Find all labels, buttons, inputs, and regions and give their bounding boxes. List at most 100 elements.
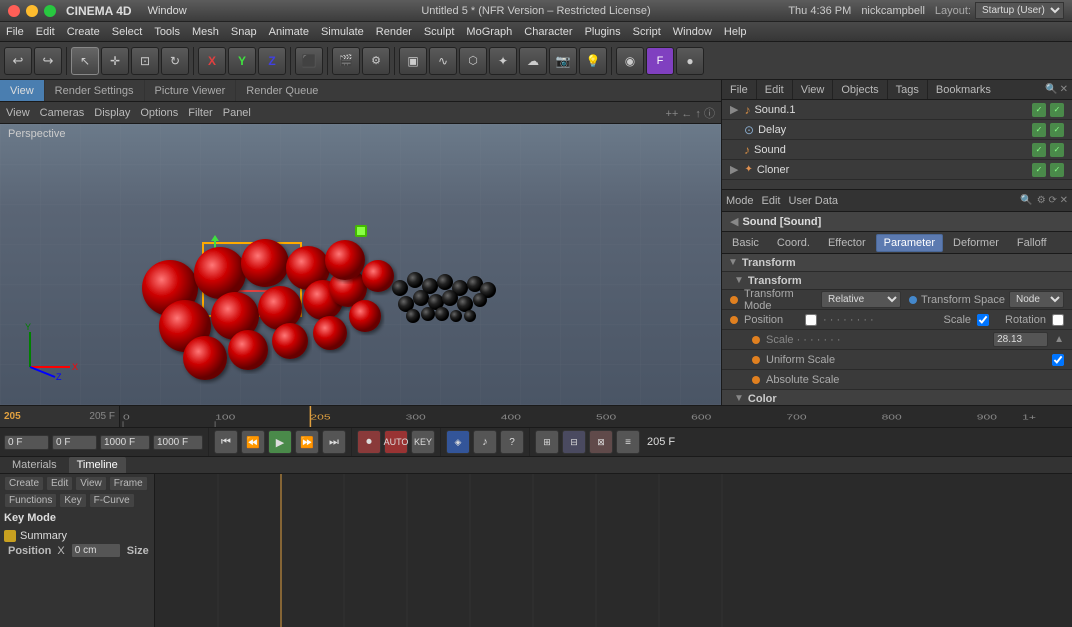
record-btn[interactable]: ⏺ [357,430,381,454]
motion-btn[interactable]: ◈ [446,430,470,454]
delay-active[interactable]: ✓ [1050,123,1064,137]
scale-checkbox[interactable] [977,314,989,326]
tab-render-settings[interactable]: Render Settings [45,80,145,101]
obj-tab-view[interactable]: View [793,80,834,99]
frame-current-input[interactable] [52,435,97,450]
search-icon[interactable]: 🔍 [1045,84,1057,95]
obj-tab-file[interactable]: File [722,80,757,99]
x-axis-btn[interactable]: X [198,47,226,75]
rotate-tool-btn[interactable]: ↻ [161,47,189,75]
summary-item[interactable]: Summary [4,528,150,544]
deform-btn[interactable]: ⬡ [459,47,487,75]
key-btn[interactable]: KEY [411,430,435,454]
menu-create[interactable]: Create [67,26,100,38]
props-tab-edit[interactable]: Edit [762,195,781,207]
scale-up-arrow[interactable]: ▲ [1054,334,1064,345]
obj-close-icon[interactable]: ✕ [1060,84,1068,95]
layout-select[interactable]: Startup (User) [975,2,1064,19]
obj-btn[interactable]: ▣ [399,47,427,75]
frame-end-input[interactable] [100,435,150,450]
props-tab-parameter[interactable]: Parameter [876,234,943,252]
prev-frame-btn[interactable]: ⏪ [241,430,265,454]
tab-render-queue[interactable]: Render Queue [236,80,328,101]
tl-functions[interactable]: Functions [4,493,57,508]
sound1-active[interactable]: ✓ [1050,103,1064,117]
goto-end-btn[interactable]: ⏭ [322,430,346,454]
tl-create[interactable]: Create [4,476,44,491]
transform-space-select[interactable]: Node [1009,291,1064,308]
menu-select[interactable]: Select [112,26,143,38]
props-tab-mode[interactable]: Mode [726,195,754,207]
select-tool-btn[interactable]: ↖ [71,47,99,75]
render-btn[interactable]: 🎬 [332,47,360,75]
tl-key[interactable]: Key [59,493,86,508]
redo-btn[interactable]: ↪ [34,47,62,75]
gen-btn[interactable]: ✦ [489,47,517,75]
props-search-icon[interactable]: 🔍 [1020,195,1032,206]
menu-character[interactable]: Character [524,26,572,38]
rotation-checkbox[interactable] [1052,314,1064,326]
vp-panel[interactable]: Panel [223,107,251,119]
sound-active[interactable]: ✓ [1050,143,1064,157]
menu-window[interactable]: Window [148,5,187,17]
cube-btn[interactable]: ⬛ [295,47,323,75]
minimize-button[interactable] [26,5,38,17]
vp-filter[interactable]: Filter [188,107,212,119]
props-tab-basic[interactable]: Basic [724,234,767,252]
position-checkbox[interactable] [805,314,817,326]
menu-snap[interactable]: Snap [231,26,257,38]
props-tab-coord[interactable]: Coord. [769,234,818,252]
cloner-active[interactable]: ✓ [1050,163,1064,177]
scale-input[interactable] [993,332,1048,347]
props-tab-effector[interactable]: Effector [820,234,874,252]
move-tool-btn[interactable]: ✛ [101,47,129,75]
help-btn[interactable]: ? [500,430,524,454]
menu-plugins[interactable]: Plugins [585,26,621,38]
icon-1[interactable]: ◉ [616,47,644,75]
scene-btn[interactable]: ☁ [519,47,547,75]
close-button[interactable] [8,5,20,17]
menu-script[interactable]: Script [633,26,661,38]
vp-cameras[interactable]: Cameras [40,107,85,119]
props-tab-falloff[interactable]: Falloff [1009,234,1055,252]
ruler-area[interactable]: 0 100 205 300 400 500 600 700 800 900 1+ [120,406,1072,427]
render-settings-btn[interactable]: ⚙ [362,47,390,75]
frame-total-input[interactable] [153,435,203,450]
tl-edit[interactable]: Edit [46,476,73,491]
obj-item-sound1[interactable]: ▶ ♪ Sound.1 ✓ ✓ [722,100,1072,120]
sound1-visible[interactable]: ✓ [1032,103,1046,117]
menu-file[interactable]: File [6,26,24,38]
menu-simulate[interactable]: Simulate [321,26,364,38]
timeline-extra[interactable]: ≡ [616,430,640,454]
tl-frame[interactable]: Frame [109,476,148,491]
menu-window[interactable]: Window [673,26,712,38]
scheme-btn[interactable]: ⊟ [562,430,586,454]
play-btn[interactable]: ▶ [268,430,292,454]
menu-help[interactable]: Help [724,26,747,38]
frame-start-input[interactable] [4,435,49,450]
tl-view[interactable]: View [75,476,107,491]
sound-btn[interactable]: ♪ [473,430,497,454]
uniform-scale-checkbox[interactable] [1052,354,1064,366]
sound-visible[interactable]: ✓ [1032,143,1046,157]
viewport[interactable]: Perspective [0,124,721,405]
next-frame-btn[interactable]: ⏩ [295,430,319,454]
icon-3[interactable]: ● [676,47,704,75]
light-btn[interactable]: 💡 [579,47,607,75]
menu-mograph[interactable]: MoGraph [466,26,512,38]
vp-options[interactable]: Options [140,107,178,119]
obj-tab-edit[interactable]: Edit [757,80,793,99]
cloner-visible[interactable]: ✓ [1032,163,1046,177]
obj-item-delay[interactable]: ⊙ Delay ✓ ✓ [722,120,1072,140]
menu-sculpt[interactable]: Sculpt [424,26,455,38]
obj-item-sound[interactable]: ♪ Sound ✓ ✓ [722,140,1072,160]
delay-visible[interactable]: ✓ [1032,123,1046,137]
loop-btn[interactable]: ⊞ [535,430,559,454]
auto-key-btn[interactable]: AUTO [384,430,408,454]
tl-fcurve[interactable]: F-Curve [89,493,135,508]
props-tab-userdata[interactable]: User Data [789,195,839,207]
obj-tab-tags[interactable]: Tags [888,80,928,99]
cam-btn[interactable]: 📷 [549,47,577,75]
timeline-track-area[interactable] [155,474,1072,627]
icon-2[interactable]: F [646,47,674,75]
